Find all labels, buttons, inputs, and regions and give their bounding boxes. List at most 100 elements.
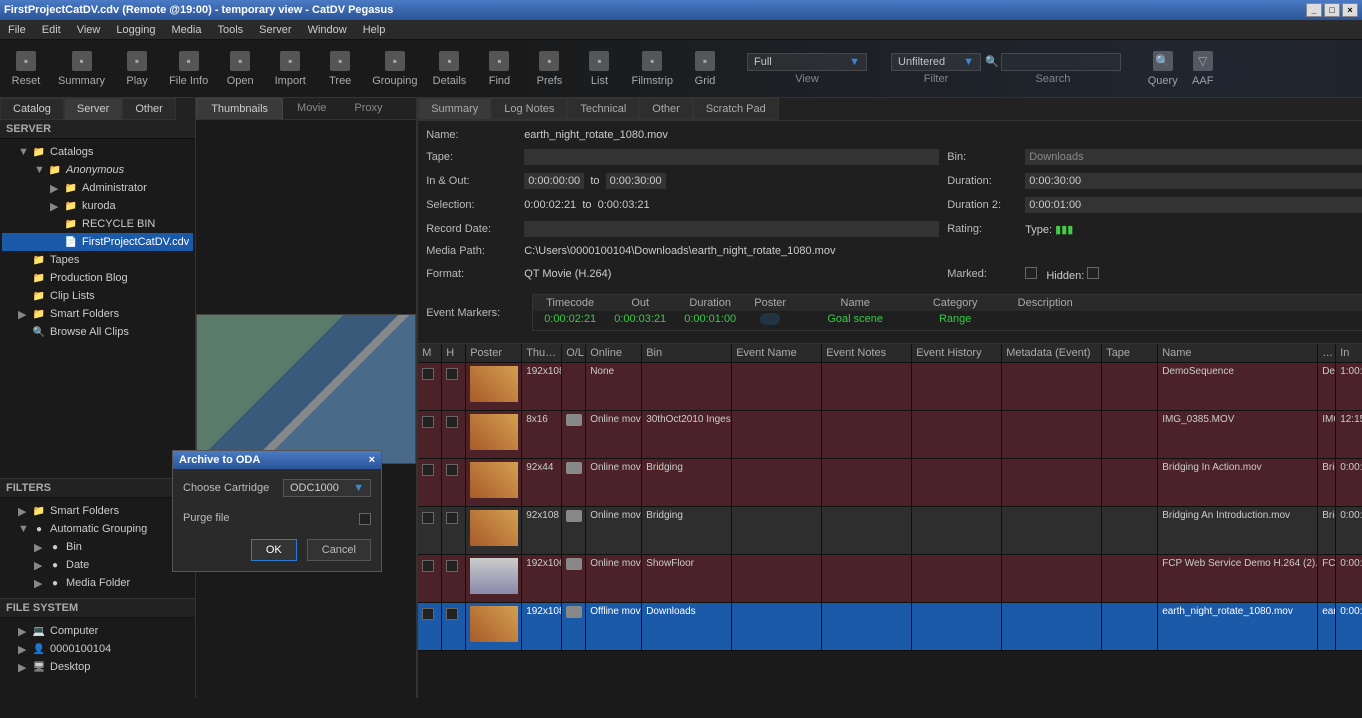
tree-item[interactable]: ▶●Date xyxy=(2,556,193,574)
table-row[interactable]: 8x16Online movie30thOct2010 IngestFeatur… xyxy=(418,411,1362,459)
find-button[interactable]: ▪Find xyxy=(481,51,517,87)
open-button[interactable]: ▪Open xyxy=(222,51,258,87)
tree-button[interactable]: ▪Tree xyxy=(322,51,358,87)
tree-item[interactable]: 📁Tapes xyxy=(2,251,193,269)
tab-summary[interactable]: Summary xyxy=(418,98,491,120)
menu-window[interactable]: Window xyxy=(308,24,347,36)
tree-item[interactable]: ▼●Automatic Grouping xyxy=(2,520,193,538)
import-button[interactable]: ▪Import xyxy=(272,51,308,87)
expand-icon[interactable]: ▶ xyxy=(34,541,44,554)
grid-col-header[interactable]: Event History xyxy=(912,344,1002,362)
tree-item[interactable]: 📄FirstProjectCatDV.cdv xyxy=(2,233,193,251)
tab-catalog[interactable]: Catalog xyxy=(0,98,64,120)
view-select[interactable]: Full▼ xyxy=(747,53,867,71)
grid-col-header[interactable]: Name xyxy=(1158,344,1318,362)
query-button[interactable]: 🔍Query xyxy=(1145,51,1181,87)
expand-icon[interactable]: ▶ xyxy=(18,643,28,656)
menu-tools[interactable]: Tools xyxy=(217,24,243,36)
cancel-button[interactable]: Cancel xyxy=(307,539,371,561)
tree-item[interactable]: ▼📁Catalogs xyxy=(2,143,193,161)
file-info-button[interactable]: ▪File Info xyxy=(169,51,208,87)
expand-icon[interactable]: ▶ xyxy=(50,200,60,213)
expand-icon[interactable]: ▶ xyxy=(18,505,28,518)
grid-col-header[interactable]: M xyxy=(418,344,442,362)
menu-view[interactable]: View xyxy=(77,24,101,36)
tree-item[interactable]: ▶📁Smart Folders xyxy=(2,502,193,520)
grid-col-header[interactable]: Event Notes xyxy=(822,344,912,362)
tab-technical[interactable]: Technical xyxy=(567,98,639,120)
tree-item[interactable]: ▶📁Smart Folders xyxy=(2,305,193,323)
tab-other[interactable]: Other xyxy=(122,98,176,120)
bin-value[interactable]: Downloads xyxy=(1025,149,1362,165)
purge-checkbox[interactable] xyxy=(359,513,371,525)
expand-icon[interactable]: ▶ xyxy=(18,661,28,674)
menu-server[interactable]: Server xyxy=(259,24,291,36)
grid-button[interactable]: ▪Grid xyxy=(687,51,723,87)
grid-col-header[interactable]: Online xyxy=(586,344,642,362)
table-row[interactable]: 192x108Offline movieDownloadsearth_night… xyxy=(418,603,1362,651)
menu-file[interactable]: File xyxy=(8,24,26,36)
table-row[interactable]: 192x108NoneDemoSequenceDem1:00:00:001:01 xyxy=(418,363,1362,411)
play-button[interactable]: ▪Play xyxy=(119,51,155,87)
grid-col-header[interactable]: H xyxy=(442,344,466,362)
menu-logging[interactable]: Logging xyxy=(116,24,155,36)
expand-icon[interactable]: ▼ xyxy=(18,523,28,535)
prefs-button[interactable]: ▪Prefs xyxy=(531,51,567,87)
grid-col-header[interactable]: O/L xyxy=(562,344,586,362)
grid-col-header[interactable]: In xyxy=(1336,344,1362,362)
reset-button[interactable]: ▪Reset xyxy=(8,51,44,87)
recdate-value[interactable] xyxy=(524,221,939,237)
tab-movie[interactable]: Movie xyxy=(283,98,340,119)
tab-thumbnails[interactable]: Thumbnails xyxy=(196,98,283,119)
menu-edit[interactable]: Edit xyxy=(42,24,61,36)
tab-server[interactable]: Server xyxy=(64,98,122,120)
tree-item[interactable]: ▶👤0000100104 xyxy=(2,640,193,658)
tree-item[interactable]: ▶🖥Desktop xyxy=(2,658,193,676)
summary-button[interactable]: ▪Summary xyxy=(58,51,105,87)
grid-col-header[interactable]: Metadata (Event) xyxy=(1002,344,1102,362)
expand-icon[interactable]: ▶ xyxy=(18,625,28,638)
tab-log-notes[interactable]: Log Notes xyxy=(491,98,567,120)
grid-col-header[interactable]: Poster xyxy=(466,344,522,362)
menu-media[interactable]: Media xyxy=(172,24,202,36)
table-row[interactable]: 92x108Online movieBridgingBridging An In… xyxy=(418,507,1362,555)
tree-item[interactable]: 🔍Browse All Clips xyxy=(2,323,193,341)
tree-item[interactable]: ▼📁Anonymous xyxy=(2,161,193,179)
grid-col-header[interactable]: … xyxy=(1318,344,1336,362)
close-button[interactable]: × xyxy=(1342,3,1358,17)
menu-help[interactable]: Help xyxy=(363,24,386,36)
tab-scratch-pad[interactable]: Scratch Pad xyxy=(693,98,779,120)
tree-item[interactable]: ▶📁Administrator xyxy=(2,179,193,197)
tree-item[interactable]: 📁RECYCLE BIN xyxy=(2,215,193,233)
expand-icon[interactable]: ▶ xyxy=(50,182,60,195)
tree-item[interactable]: ▶●Media Folder xyxy=(2,574,193,588)
aaf-button[interactable]: ▽AAF xyxy=(1185,51,1221,87)
grid-col-header[interactable]: Tape xyxy=(1102,344,1158,362)
marked-checkbox[interactable] xyxy=(1025,267,1037,279)
dialog-close-icon[interactable]: × xyxy=(369,454,375,466)
tab-proxy[interactable]: Proxy xyxy=(340,98,396,119)
tree-item[interactable]: ▶●Bin xyxy=(2,538,193,556)
expand-icon[interactable]: ▼ xyxy=(18,146,28,158)
details-button[interactable]: ▪Details xyxy=(431,51,467,87)
expand-icon[interactable]: ▶ xyxy=(34,577,44,589)
expand-icon[interactable]: ▶ xyxy=(18,308,28,321)
filmstrip-button[interactable]: ▪Filmstrip xyxy=(631,51,673,87)
list-button[interactable]: ▪List xyxy=(581,51,617,87)
grouping-button[interactable]: ▪Grouping xyxy=(372,51,417,87)
tree-item[interactable]: 📁Clip Lists xyxy=(2,287,193,305)
filter-select[interactable]: Unfiltered▼ xyxy=(891,53,981,71)
ok-button[interactable]: OK xyxy=(251,539,297,561)
in-value[interactable]: 0:00:00:00 xyxy=(524,173,584,189)
grid-col-header[interactable]: Event Name xyxy=(732,344,822,362)
minimize-button[interactable]: _ xyxy=(1306,3,1322,17)
tree-item[interactable]: ▶💻Computer xyxy=(2,622,193,640)
tree-item[interactable]: 📁Production Blog xyxy=(2,269,193,287)
maximize-button[interactable]: □ xyxy=(1324,3,1340,17)
expand-icon[interactable]: ▼ xyxy=(34,164,44,176)
grid-col-header[interactable]: Bin xyxy=(642,344,732,362)
expand-icon[interactable]: ▶ xyxy=(34,559,44,572)
cartridge-select[interactable]: ODC1000▼ xyxy=(283,479,371,497)
table-row[interactable]: 92x44Online movieBridgingBridging In Act… xyxy=(418,459,1362,507)
search-input[interactable] xyxy=(1001,53,1121,71)
